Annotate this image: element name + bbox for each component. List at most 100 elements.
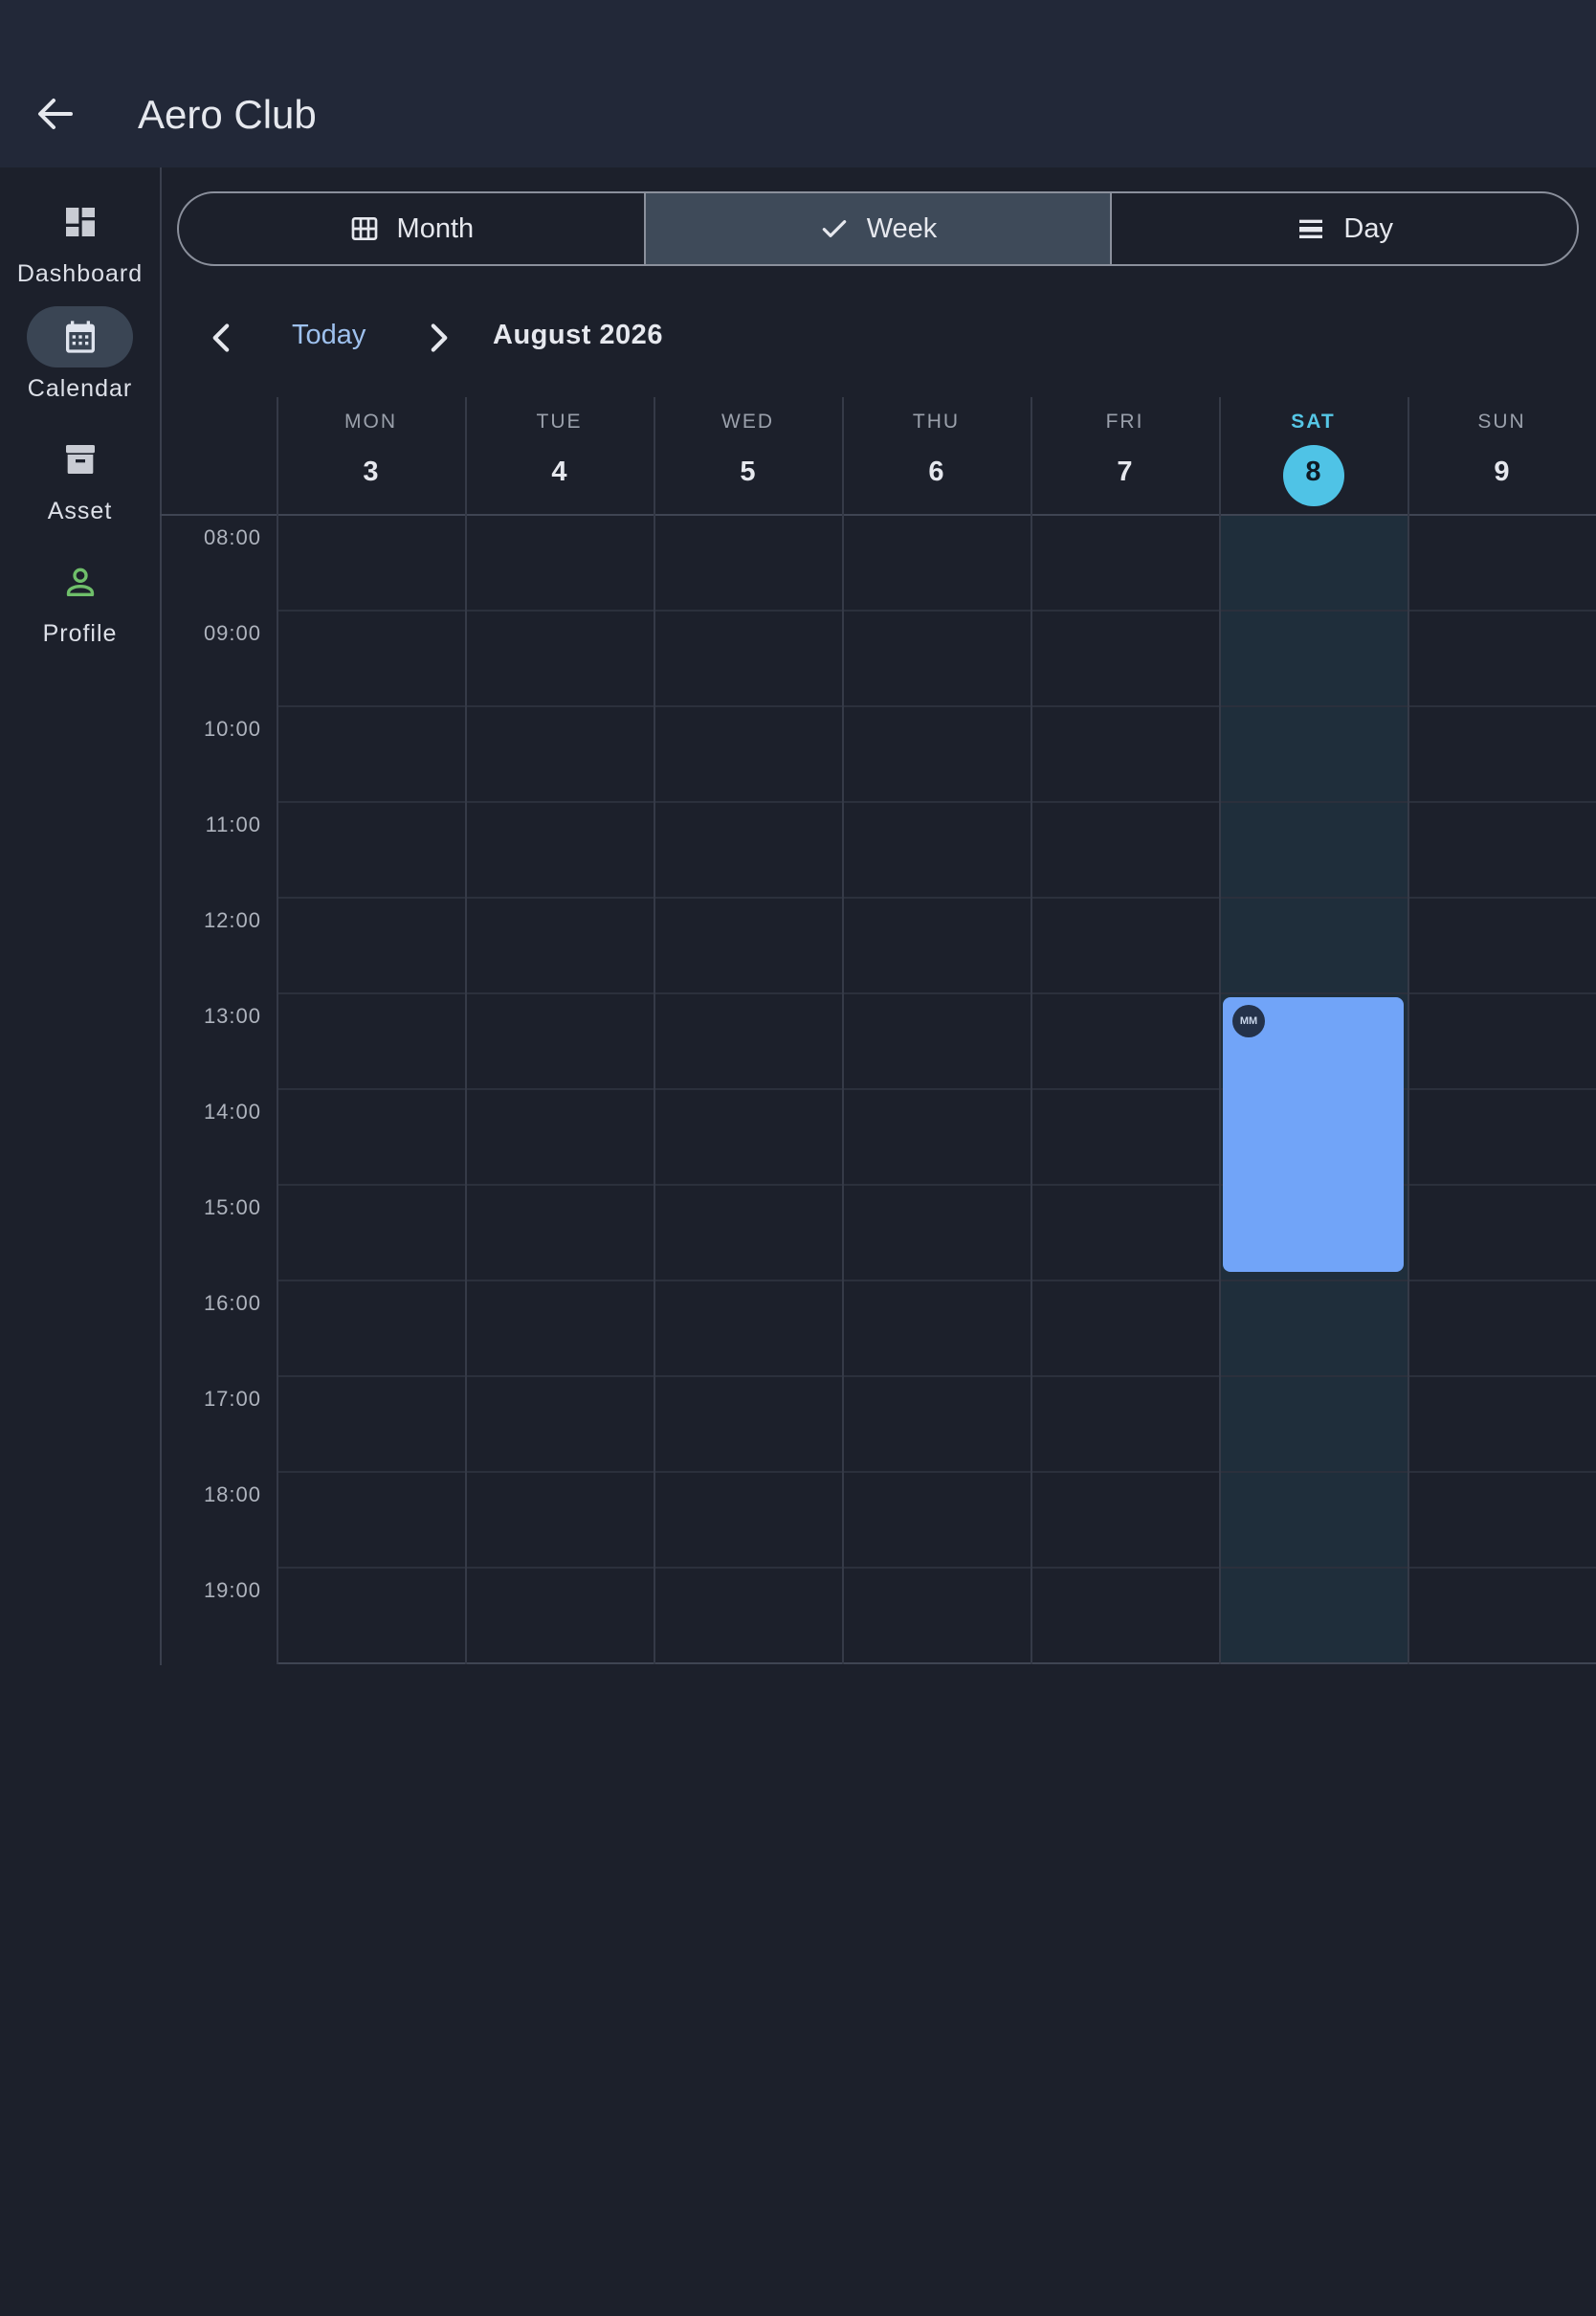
time-slot[interactable]	[842, 897, 1031, 992]
time-slot[interactable]	[1219, 801, 1408, 897]
time-slot[interactable]	[842, 1471, 1031, 1567]
time-slot[interactable]	[1031, 1471, 1219, 1567]
time-slot[interactable]	[842, 1184, 1031, 1280]
time-slot[interactable]	[277, 1375, 465, 1471]
time-slot[interactable]	[842, 1088, 1031, 1184]
time-slot[interactable]	[1219, 1471, 1408, 1567]
time-slot[interactable]	[654, 1184, 842, 1280]
time-slot[interactable]	[465, 1567, 654, 1662]
time-slot[interactable]	[465, 992, 654, 1088]
time-slot[interactable]	[1408, 801, 1596, 897]
time-slot[interactable]	[277, 1280, 465, 1375]
time-slot[interactable]	[842, 801, 1031, 897]
time-slot[interactable]	[277, 992, 465, 1088]
time-slot[interactable]	[1031, 610, 1219, 705]
time-slot[interactable]	[1219, 897, 1408, 992]
next-week-button[interactable]	[414, 314, 462, 362]
time-slot[interactable]	[842, 1375, 1031, 1471]
time-slot[interactable]	[842, 1280, 1031, 1375]
time-slot[interactable]	[1031, 1184, 1219, 1280]
time-slot[interactable]	[465, 610, 654, 705]
time-slot[interactable]	[1408, 1375, 1596, 1471]
time-slot[interactable]	[277, 1471, 465, 1567]
time-slot[interactable]	[1408, 1471, 1596, 1567]
time-slot[interactable]	[277, 705, 465, 801]
time-slot[interactable]	[1031, 992, 1219, 1088]
time-slot[interactable]	[654, 1280, 842, 1375]
time-slot[interactable]	[654, 1375, 842, 1471]
time-slot[interactable]	[465, 1375, 654, 1471]
time-slot[interactable]	[1408, 1567, 1596, 1662]
time-slot[interactable]	[465, 705, 654, 801]
time-slot[interactable]	[654, 1471, 842, 1567]
day-header-fri[interactable]: FRI 7	[1031, 397, 1219, 514]
time-slot[interactable]	[1408, 514, 1596, 610]
time-slot[interactable]	[654, 610, 842, 705]
time-slot[interactable]	[465, 1088, 654, 1184]
time-slot[interactable]	[1031, 1280, 1219, 1375]
time-slot[interactable]	[1408, 1280, 1596, 1375]
time-slot[interactable]	[1031, 1088, 1219, 1184]
time-slot[interactable]	[1031, 705, 1219, 801]
time-slot[interactable]	[277, 1567, 465, 1662]
time-slot[interactable]	[1031, 897, 1219, 992]
time-slot[interactable]	[654, 992, 842, 1088]
time-slot[interactable]	[1219, 705, 1408, 801]
time-slot[interactable]	[277, 514, 465, 610]
time-slot[interactable]	[1408, 1184, 1596, 1280]
day-view-button[interactable]: Day	[1110, 193, 1577, 264]
time-slot[interactable]	[842, 514, 1031, 610]
time-slot[interactable]	[1219, 514, 1408, 610]
time-slot[interactable]	[842, 705, 1031, 801]
time-slot[interactable]	[1219, 1375, 1408, 1471]
time-slot[interactable]	[277, 1184, 465, 1280]
time-slot[interactable]	[277, 610, 465, 705]
nav-item-profile[interactable]: Profile	[0, 551, 160, 666]
time-slot[interactable]	[1219, 610, 1408, 705]
time-slot[interactable]	[277, 897, 465, 992]
time-slot[interactable]	[465, 1471, 654, 1567]
back-button[interactable]	[33, 91, 78, 137]
nav-item-calendar[interactable]: Calendar	[0, 306, 160, 421]
time-slot[interactable]	[277, 1088, 465, 1184]
time-slot[interactable]	[1408, 897, 1596, 992]
day-header-thu[interactable]: THU 6	[842, 397, 1031, 514]
nav-item-dashboard[interactable]: Dashboard	[0, 191, 160, 306]
calendar-event[interactable]: MM	[1223, 997, 1404, 1272]
time-slot[interactable]	[1219, 1280, 1408, 1375]
time-slot[interactable]	[1031, 1375, 1219, 1471]
time-slot[interactable]	[1408, 705, 1596, 801]
time-slot[interactable]	[465, 801, 654, 897]
time-slot[interactable]	[1031, 801, 1219, 897]
time-slot[interactable]	[1031, 514, 1219, 610]
month-view-button[interactable]: Month	[179, 193, 644, 264]
time-slot[interactable]	[654, 1567, 842, 1662]
day-header-mon[interactable]: MON 3	[277, 397, 465, 514]
time-slot[interactable]	[1408, 610, 1596, 705]
time-slot[interactable]	[465, 1184, 654, 1280]
nav-item-asset[interactable]: Asset	[0, 429, 160, 544]
week-view-button[interactable]: Week	[643, 193, 1111, 264]
previous-week-button[interactable]	[198, 314, 246, 362]
time-slot[interactable]	[654, 1088, 842, 1184]
day-header-sat[interactable]: SAT 8	[1219, 397, 1408, 514]
time-slot[interactable]	[465, 897, 654, 992]
day-header-tue[interactable]: TUE 4	[465, 397, 654, 514]
time-slot[interactable]	[1031, 1567, 1219, 1662]
time-slot[interactable]	[1408, 1088, 1596, 1184]
time-slot[interactable]	[277, 801, 465, 897]
time-slot[interactable]	[654, 514, 842, 610]
time-slot[interactable]	[654, 705, 842, 801]
time-slot[interactable]	[654, 801, 842, 897]
time-slot[interactable]	[842, 992, 1031, 1088]
today-button[interactable]: Today	[292, 320, 366, 351]
time-slot[interactable]	[465, 514, 654, 610]
time-slot[interactable]	[1408, 992, 1596, 1088]
time-slot[interactable]	[1219, 1567, 1408, 1662]
day-header-sun[interactable]: SUN 9	[1408, 397, 1596, 514]
time-slot[interactable]	[654, 897, 842, 992]
time-slot[interactable]	[465, 1280, 654, 1375]
day-header-wed[interactable]: WED 5	[654, 397, 842, 514]
time-slot[interactable]	[842, 1567, 1031, 1662]
time-slot[interactable]	[842, 610, 1031, 705]
